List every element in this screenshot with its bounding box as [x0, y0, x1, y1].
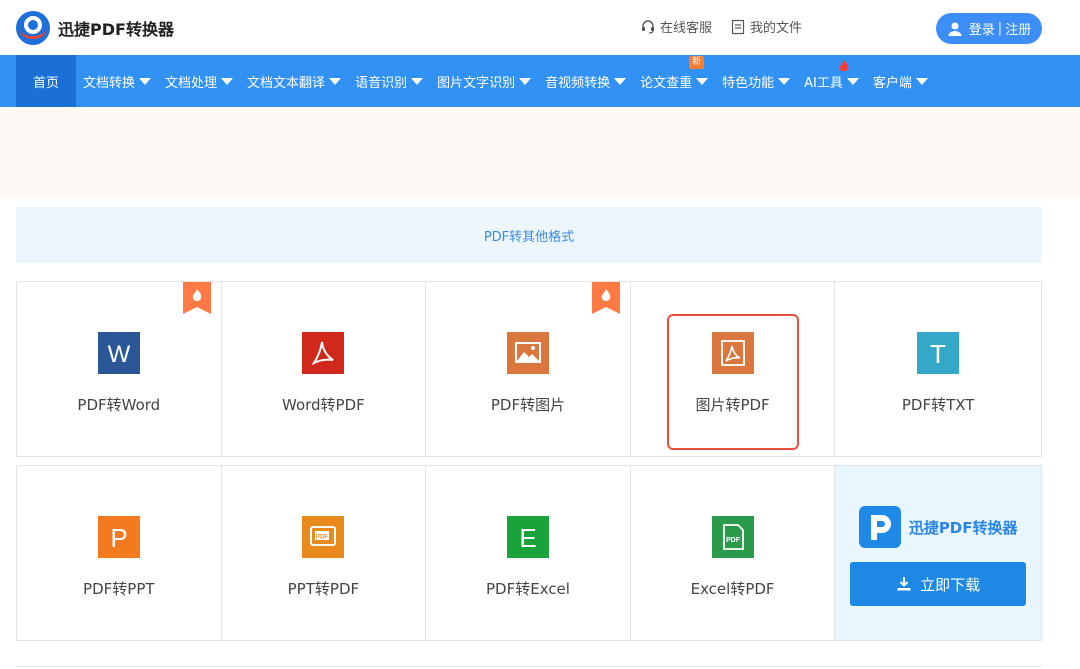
svg-text:PDF: PDF	[316, 535, 328, 541]
caret-down-icon	[778, 77, 791, 85]
tool-grid-row-2: P PDF转PPT PDF PPT转PDF E PDF转Excel PDF Ex…	[16, 465, 1042, 641]
nav-item-speech-recognition[interactable]: 语音识别	[348, 55, 430, 107]
caret-down-icon	[696, 77, 709, 85]
nav-item-label: 文档转换	[83, 75, 136, 91]
nav-item-doc-convert[interactable]: 文档转换	[76, 55, 158, 107]
top-bar: 迅捷PDF转换器 在线客服 我的文件 登录 | 注册	[0, 0, 1080, 55]
promo-download-panel: 迅捷PDF转换器 立即下载	[835, 466, 1041, 640]
tool-label: PPT转PDF	[287, 580, 360, 598]
tool-image-to-pdf[interactable]: 图片转PDF	[631, 282, 836, 456]
login-separator: |	[997, 21, 1003, 36]
caret-down-icon	[846, 77, 859, 85]
online-service-link[interactable]: 在线客服	[640, 17, 712, 36]
caret-down-icon	[221, 77, 234, 85]
tool-pdf-to-txt[interactable]: T PDF转TXT	[835, 282, 1041, 456]
acrobat-icon	[302, 332, 345, 374]
nav-item-label: AI工具	[804, 75, 843, 91]
nav-item-doc-translate[interactable]: 文档文本翻译	[240, 55, 348, 107]
tool-label: PDF转PPT	[83, 580, 155, 598]
app-logo-icon	[858, 506, 901, 548]
new-badge: 新	[689, 56, 705, 69]
my-files-label: 我的文件	[750, 21, 803, 36]
tool-pdf-to-image[interactable]: PDF转图片	[426, 282, 631, 456]
nav-item-image-ocr[interactable]: 图片文字识别	[430, 55, 538, 107]
pdf-file-icon: PDF	[711, 516, 754, 558]
page: 迅捷PDF转换器 在线客服 我的文件 登录 | 注册 首页 文档转换 文档处理 …	[0, 0, 1080, 669]
text-icon: T	[917, 332, 960, 374]
brand[interactable]: 迅捷PDF转换器	[14, 9, 174, 47]
register-label[interactable]: 注册	[1005, 19, 1031, 38]
download-label: 立即下载	[920, 575, 981, 594]
headset-icon	[642, 19, 654, 34]
my-files-link[interactable]: 我的文件	[730, 17, 802, 36]
tool-label: Excel转PDF	[690, 580, 775, 598]
tool-ppt-to-pdf[interactable]: PDF PPT转PDF	[222, 466, 427, 640]
download-icon	[897, 577, 911, 591]
tool-pdf-to-excel[interactable]: E PDF转Excel	[426, 466, 631, 640]
hot-flame-badge-icon	[182, 282, 211, 314]
tool-label: PDF转Word	[77, 396, 161, 414]
image-icon	[506, 332, 549, 374]
nav-item-client[interactable]: 客户端	[866, 55, 935, 107]
document-icon	[731, 19, 745, 34]
top-links: 在线客服 我的文件	[640, 17, 820, 36]
nav-item-doc-process[interactable]: 文档处理	[158, 55, 240, 107]
banner	[0, 107, 1080, 197]
caret-down-icon	[519, 77, 532, 85]
pdf-slide-icon: PDF	[302, 516, 345, 558]
tool-label: Word转PDF	[282, 396, 365, 414]
tool-excel-to-pdf[interactable]: PDF Excel转PDF	[631, 466, 836, 640]
caret-down-icon	[139, 77, 152, 85]
tool-label: PDF转图片	[490, 396, 566, 414]
divider	[16, 666, 1042, 667]
selection-highlight	[666, 314, 799, 450]
nav-item-label: 客户端	[872, 75, 912, 91]
svg-text:E: E	[519, 523, 536, 553]
brand-name: 迅捷PDF转换器	[58, 20, 174, 39]
brand-logo-icon	[16, 11, 50, 45]
nav-item-label: 图片文字识别	[437, 75, 516, 91]
tool-label: PDF转TXT	[901, 396, 975, 414]
svg-text:T: T	[930, 339, 946, 369]
nav-item-av-convert[interactable]: 音视频转换	[538, 55, 633, 107]
excel-icon: E	[506, 516, 549, 558]
svg-text:P: P	[110, 523, 127, 553]
nav-item-label: 特色功能	[722, 75, 775, 91]
caret-down-icon	[915, 77, 928, 85]
tool-grid-row-1: W PDF转Word Word转PDF PDF转图片 图片转PDF T PDF转…	[16, 281, 1042, 457]
svg-text:PDF: PDF	[726, 537, 741, 544]
login-label[interactable]: 登录	[969, 19, 995, 38]
word-icon: W	[97, 332, 140, 374]
caret-down-icon	[411, 77, 424, 85]
promo-brand-name: 迅捷PDF转换器	[908, 518, 1018, 537]
nav-item-label: 语音识别	[355, 75, 408, 91]
hot-flame-badge-icon	[591, 282, 620, 314]
user-icon	[948, 22, 962, 36]
caret-down-icon	[614, 77, 627, 85]
tool-pdf-to-ppt[interactable]: P PDF转PPT	[17, 466, 222, 640]
online-service-label: 在线客服	[660, 21, 713, 36]
nav-item-label: 文档文本翻译	[247, 75, 326, 91]
nav-item-label: 首页	[33, 75, 60, 91]
nav-item-features[interactable]: 特色功能	[715, 55, 797, 107]
nav-item-label: 论文查重	[640, 75, 693, 91]
flame-icon	[839, 60, 849, 72]
main-nav: 首页 文档转换 文档处理 文档文本翻译 语音识别 图片文字识别 音视频转换 新 …	[0, 55, 1080, 107]
tool-pdf-to-word[interactable]: W PDF转Word	[17, 282, 222, 456]
nav-item-label: 文档处理	[165, 75, 218, 91]
nav-item-paper-check[interactable]: 新 论文查重	[633, 55, 715, 107]
tool-word-to-pdf[interactable]: Word转PDF	[222, 282, 427, 456]
svg-text:W: W	[107, 341, 130, 368]
nav-item-label: 音视频转换	[545, 75, 611, 91]
tool-label: PDF转Excel	[486, 580, 570, 598]
login-register-button[interactable]: 登录 | 注册	[936, 13, 1042, 44]
promo-brand: 迅捷PDF转换器	[858, 506, 1018, 548]
download-button[interactable]: 立即下载	[850, 562, 1027, 606]
caret-down-icon	[329, 77, 342, 85]
powerpoint-icon: P	[97, 516, 140, 558]
section-title: PDF转其他格式	[16, 207, 1042, 263]
nav-item-ai-tools[interactable]: AI工具	[797, 55, 866, 107]
nav-item-home[interactable]: 首页	[16, 55, 77, 107]
